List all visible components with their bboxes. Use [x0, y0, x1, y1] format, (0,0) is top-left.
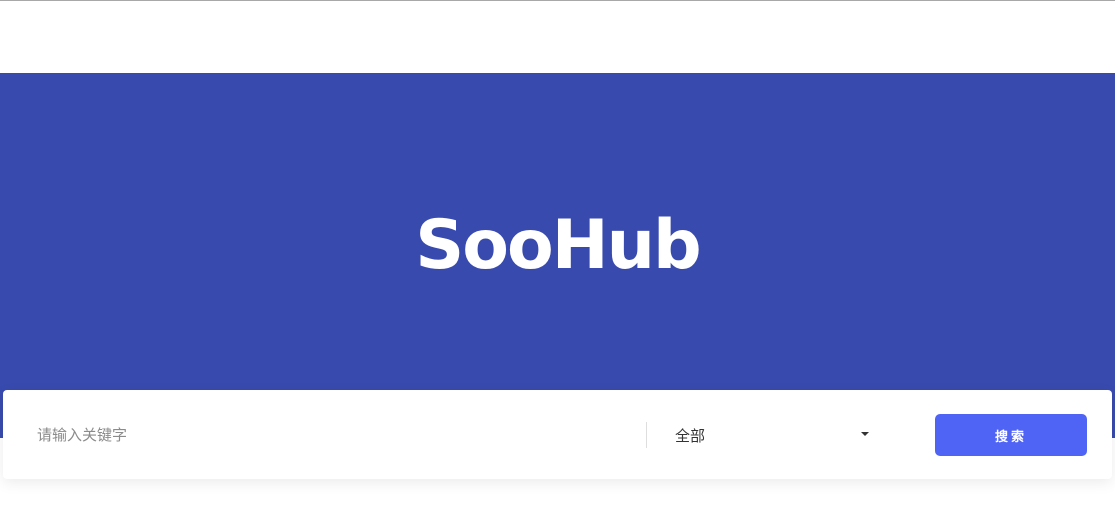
search-bar: 全部 搜索 [3, 390, 1112, 479]
search-divider [646, 422, 647, 448]
search-button[interactable]: 搜索 [935, 414, 1087, 456]
category-selected-value: 全部 [675, 427, 706, 445]
hero-banner: SooHub [0, 73, 1115, 438]
search-input[interactable] [25, 416, 625, 454]
navbar [0, 1, 1115, 73]
page: SooHub 全部 搜索 [0, 0, 1115, 526]
category-dropdown[interactable]: 全部 [659, 416, 881, 454]
caret-down-icon [861, 432, 869, 436]
site-logo-title: SooHub [415, 206, 701, 285]
